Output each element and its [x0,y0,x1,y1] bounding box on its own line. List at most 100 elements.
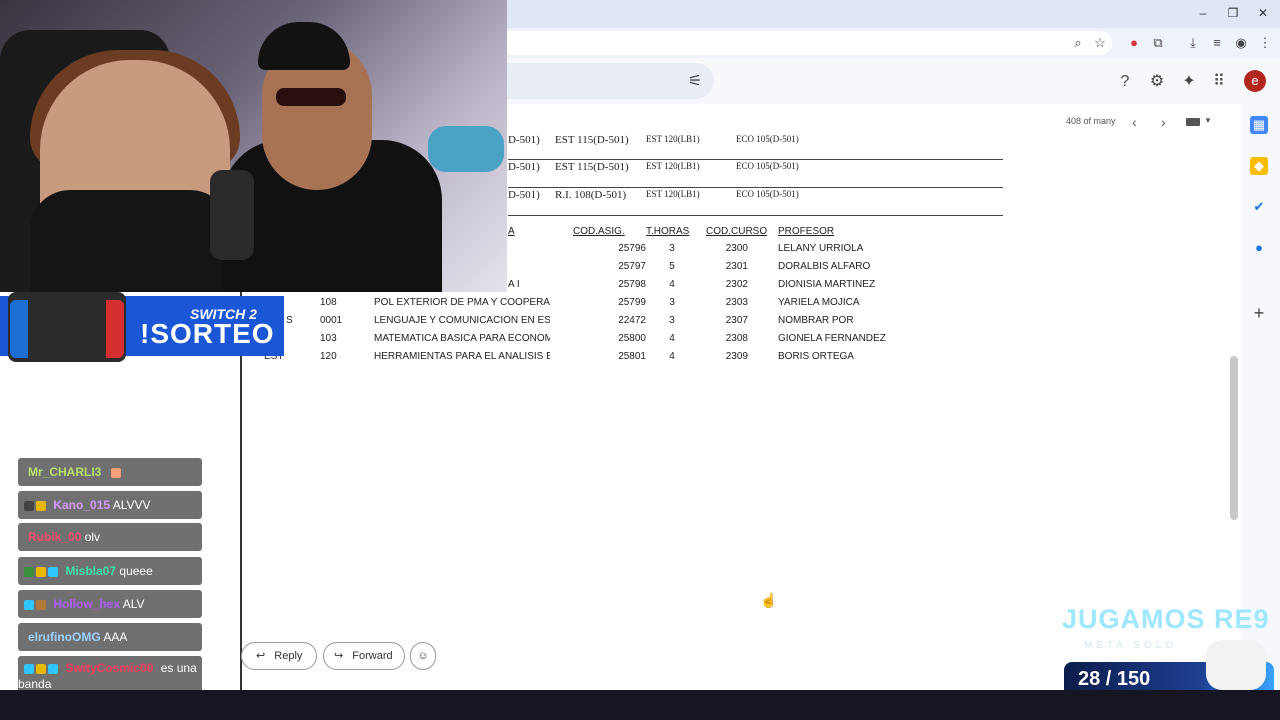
table-cell-profesor: GIONELA FERNANDEZ [778,333,886,344]
badge-icon [24,500,34,511]
apps-grid-icon[interactable]: ⠿ [1208,72,1230,92]
extensions-puzzle-icon[interactable]: ⧉ [1149,34,1167,52]
table-cell-cod-asig: 25798 [618,279,646,290]
table-cell-profesor: YARIELA MOJICA [778,297,860,308]
browser-menu-icon[interactable]: ⋮ [1256,34,1274,52]
download-icon[interactable]: ⤓ [1184,34,1202,52]
table-cell-horas: 3 [669,243,675,254]
chat-message: Mr_CHARLI3 [18,458,202,486]
gemini-sparkle-icon[interactable]: ✦ [1178,72,1200,92]
schedule-cell: D-501) [508,189,540,201]
table-cell-profesor: DORALBIS ALFARO [778,261,871,272]
schedule-cell: EST 115(D-501) [555,134,629,146]
tasks-icon[interactable]: ✔ [1250,198,1268,216]
table-cell-asignatura: LENGUAJE Y COMUNICACIÓN EN ESP [374,315,550,326]
forward-button[interactable]: ↪ Forward [323,642,405,670]
emote-icon [36,599,46,610]
previous-message-icon[interactable]: ‹ [1132,114,1137,130]
table-cell-profesor: BORIS ORTEGA [778,351,854,362]
schedule-row-partial: D-501) [508,134,540,146]
reading-list-icon[interactable]: ≡ [1208,34,1226,52]
table-cell-horas: 5 [669,261,675,272]
extension-icon[interactable]: ● [1125,34,1143,52]
search-bar[interactable] [500,63,714,99]
sub-badge-icon [48,663,58,674]
address-bar[interactable] [500,31,1112,55]
joycon-left [10,300,28,358]
schedule-cell: R.I. 108(D-501) [555,189,627,201]
table-cell-horas: 4 [669,333,675,344]
scrollbar-thumb[interactable] [1230,356,1238,520]
badge-icon [24,663,34,674]
table-cell-code: 120 [320,351,337,362]
schedule-cell: EST 120(LB1) [646,189,700,199]
calendar-icon[interactable]: ▦ [1250,116,1268,134]
restore-button[interactable]: ❐ [1222,4,1244,22]
schedule-cell: ECO 105(D-501) [736,161,799,171]
schedule-cell: ECO 105(D-501) [736,134,799,144]
bits-badge-icon [36,566,46,577]
chat-message: Hollow_hex ALV [18,590,202,618]
table-cell-cod-asig: 25797 [618,261,646,272]
badge-icon [24,566,34,577]
microphone [210,170,254,260]
chevron-down-icon[interactable]: ▼ [1204,116,1212,125]
chat-message: Rubik_00 olv [18,523,202,551]
chat-message: elrufinoOMG AAA [18,623,202,651]
table-cell-cod-curso: 2308 [725,333,748,344]
bookmark-star-icon[interactable]: ☆ [1091,34,1109,52]
table-cell-asignatura: HERRAMIENTAS PARA EL ANALISIS E [374,351,550,362]
table-cell-horas: 3 [669,297,675,308]
table-cell-cod-curso: 2301 [725,261,748,272]
schedule-cell: EST 120(LB1) [646,161,700,171]
profile-icon[interactable]: ◉ [1232,34,1250,52]
table-cell-cod-curso: 2302 [725,279,748,290]
table-cell-cod-asig: 25800 [618,333,646,344]
table-cell-cod-asig: 25796 [618,243,646,254]
goal-title: JUGAMOS RE9 [1062,604,1270,634]
column-header-profesor: PROFESOR [778,226,835,237]
bits-badge-icon [36,663,46,674]
next-message-icon[interactable]: › [1161,114,1166,130]
giveaway-title: !SORTEO [140,318,275,349]
table-cell-cod-asig: 22472 [618,315,646,326]
table-cell-profesor: NOMBRAR POR [778,315,854,326]
table-cell-profesor: DIONISIA MARTINEZ [778,279,876,290]
table-cell-horas: 3 [669,315,675,326]
reply-button[interactable]: ↩ Reply [241,642,317,670]
table-cell-code: 0001 [320,315,343,326]
table-cell-cod-curso: 2303 [725,297,748,308]
zoom-icon[interactable]: ⌕ [1069,34,1087,52]
emoji-reaction-button[interactable]: ☺ [410,642,436,670]
table-cell-cod-asig: 25799 [618,297,646,308]
schedule-cell: EST 120(LB1) [646,134,700,144]
keep-icon[interactable]: ◆ [1250,157,1268,175]
search-options-icon[interactable]: ⚟ [684,72,706,92]
plush-toys [428,126,504,172]
table-cell-cod-curso: 2307 [725,315,748,326]
mouse-cursor-icon: ☝ [760,592,778,608]
minimize-button[interactable]: – [1192,4,1214,22]
joycon-right [106,300,124,358]
crown-badge-icon [36,500,46,511]
column-header-asignatura: A [508,226,515,237]
chat-message: Kano_015 ALVVV [18,491,202,519]
account-avatar[interactable]: e [1244,70,1266,92]
schedule-cell: D-501) [508,161,540,173]
table-cell-asignatura: POL EXTERIOR DE PMA Y COOPERAC [374,297,550,308]
goal-subtitle: META SOLO [1084,640,1178,651]
sunglasses [276,88,346,106]
add-addon-icon[interactable]: + [1250,304,1268,322]
table-cell-horas: 4 [669,351,675,362]
input-tools-icon[interactable] [1186,118,1200,126]
prime-badge-icon [24,599,34,610]
reply-icon: ↩ [256,650,266,662]
message-pager: 408 of many [1066,116,1116,126]
sub-badge-icon [48,566,58,577]
settings-gear-icon[interactable]: ⚙ [1146,72,1168,92]
divider [508,215,1003,216]
help-icon[interactable]: ? [1114,72,1136,92]
contacts-icon[interactable]: ● [1250,239,1268,257]
close-window-button[interactable]: ✕ [1252,4,1274,22]
goal-counter: 28 / 150 [1078,668,1151,690]
